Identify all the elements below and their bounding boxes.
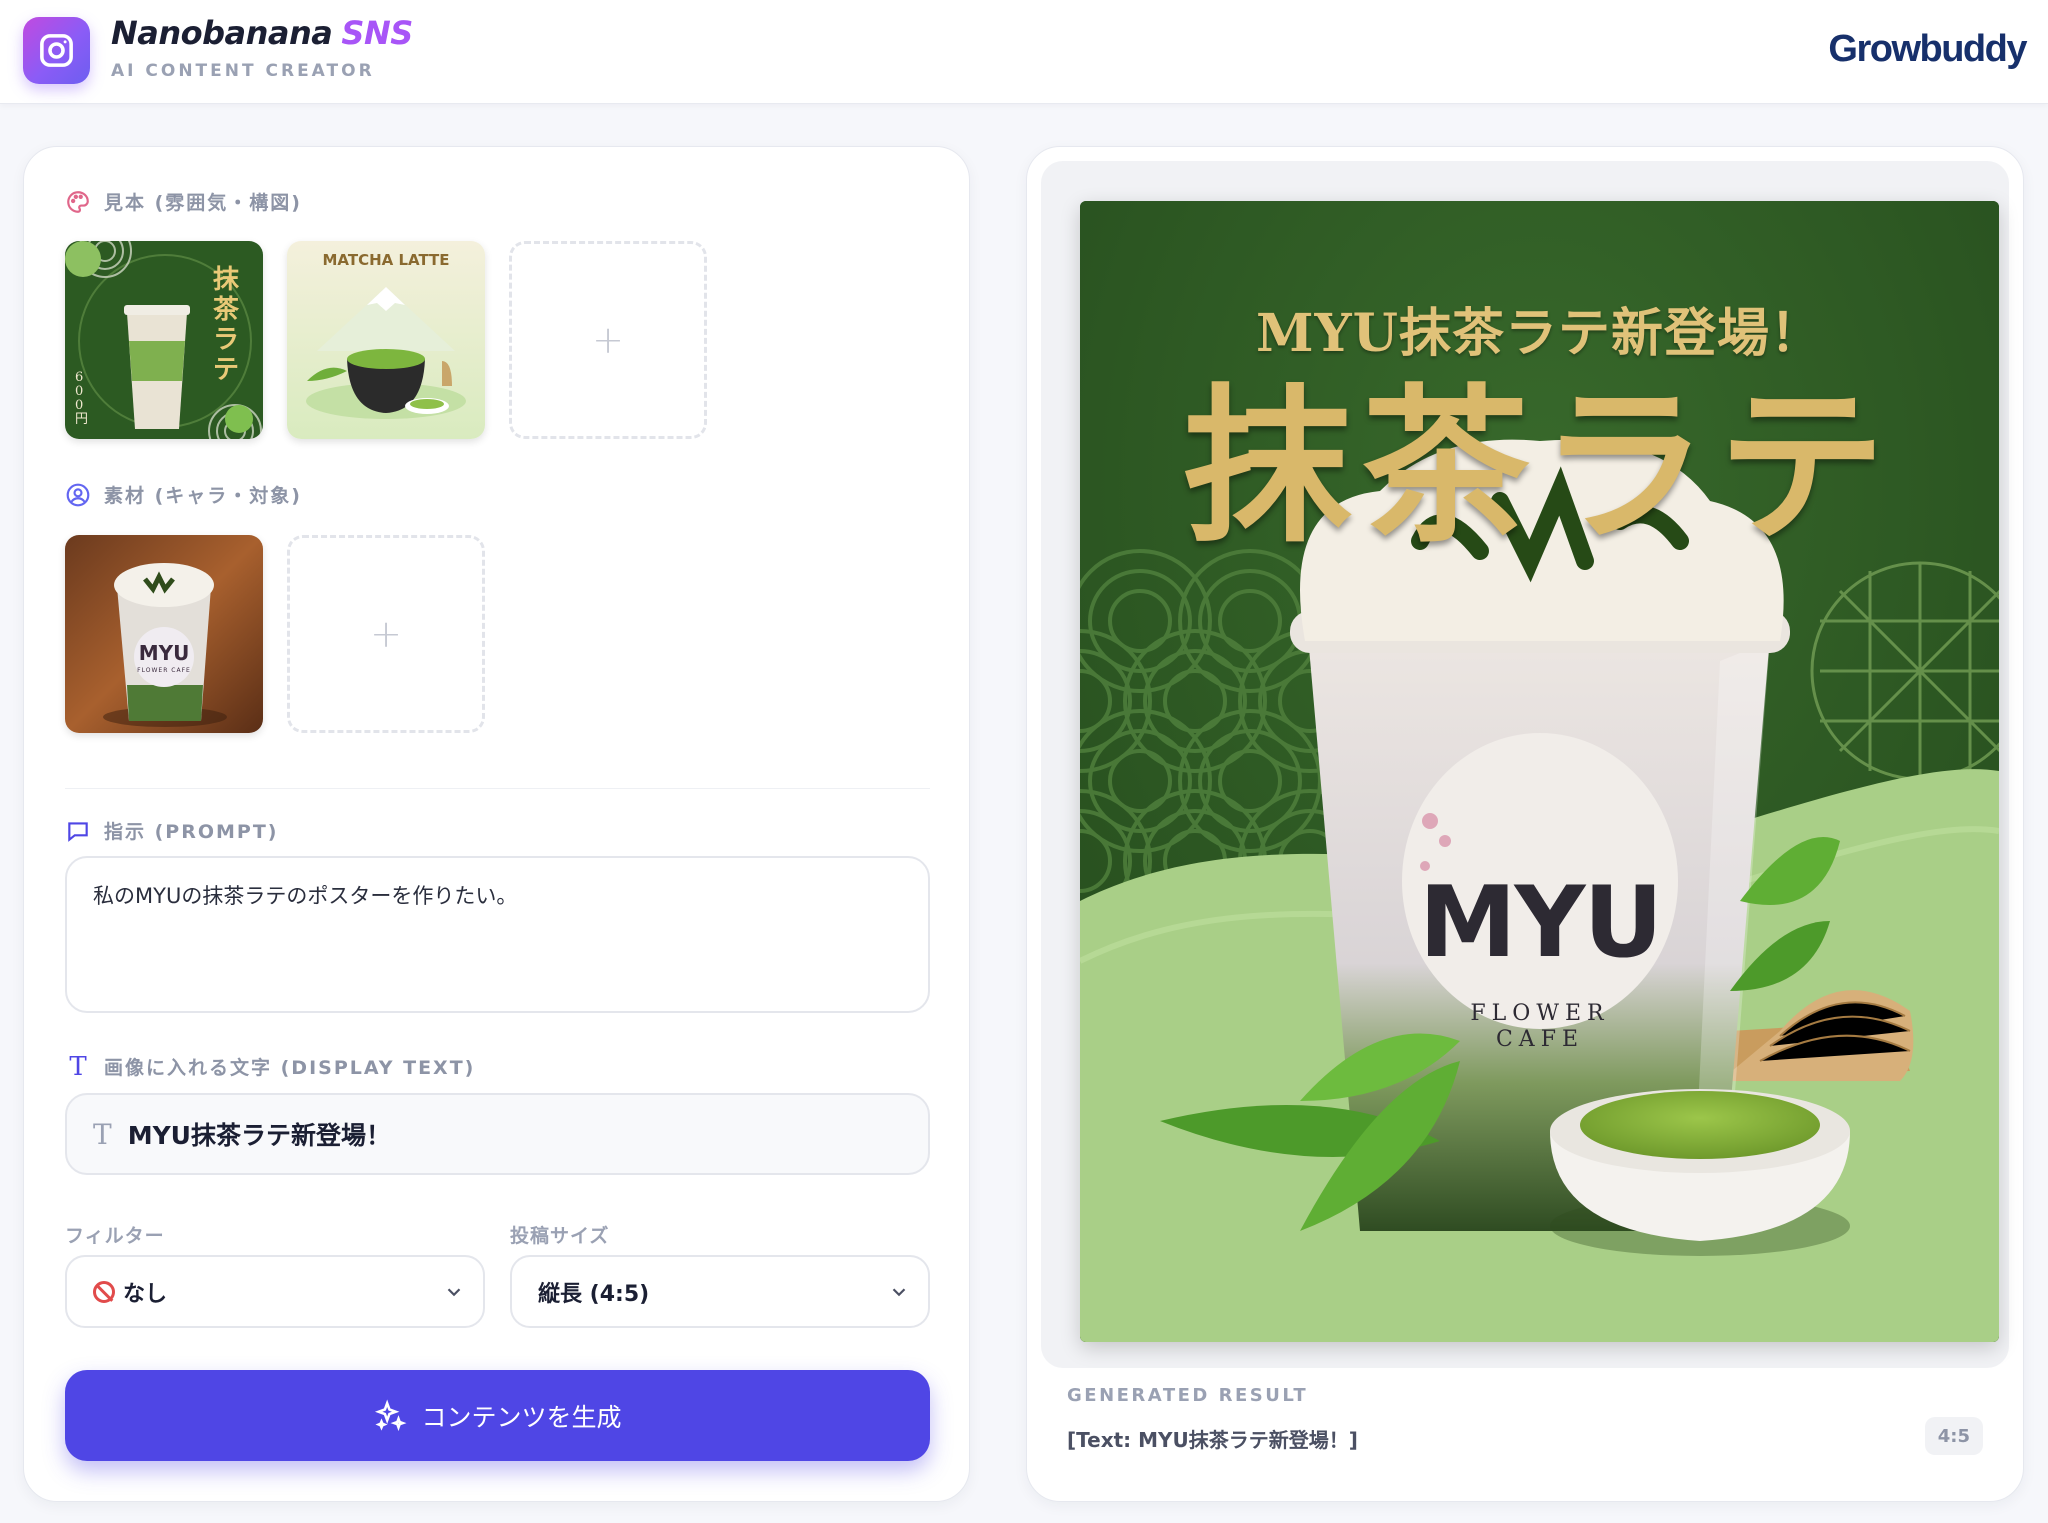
result-panel: MYU抹茶ラテ新登場！ 抹茶ラテ MYU FLOWER CAFE GENERAT… (1026, 146, 2024, 1502)
generated-poster-image[interactable]: MYU抹茶ラテ新登場！ 抹茶ラテ MYU FLOWER CAFE (1080, 201, 1999, 1342)
message-square-icon (68, 821, 88, 842)
filter-label: フィルター (65, 1225, 165, 1247)
section-divider (65, 788, 930, 789)
type-icon: T (93, 1117, 112, 1151)
palette-icon (67, 190, 89, 213)
brand-tagline: AI CONTENT CREATOR (111, 61, 375, 81)
plus-icon: + (592, 318, 624, 362)
prompt-textarea[interactable]: 私のMYUの抹茶ラテのポスターを作りたい。 (65, 856, 930, 1013)
thumb-price: 600円 (75, 370, 89, 427)
thumb-title-line: ラテ (213, 325, 240, 385)
prohibited-icon (93, 1280, 115, 1303)
generated-result-text: [Text: MYU抹茶ラテ新登場！] (1067, 1428, 1358, 1452)
cup-sub-text: FLOWER CAFE (137, 667, 191, 674)
aspect-ratio-badge: 4:5 (1924, 1417, 1983, 1455)
references-section-label: 見本 (雰囲気・構図) (65, 188, 302, 215)
brand-suffix: SNS (341, 14, 413, 52)
cup-label-brand: MYU (1418, 866, 1663, 980)
prompt-label: 指示 (PROMPT) (104, 821, 279, 843)
materials-section-label: 素材 (キャラ・対象) (65, 481, 302, 508)
display-text-label: 画像に入れる文字 (DISPLAY TEXT) (104, 1057, 476, 1079)
result-preview-frame: MYU抹茶ラテ新登場！ 抹茶ラテ MYU FLOWER CAFE (1041, 161, 2009, 1368)
chevron-down-icon (447, 1288, 461, 1297)
matcha-latte-thumbnail[interactable]: MATCHA LATTE (287, 241, 485, 439)
thumb-title: MATCHA LATTE (322, 251, 450, 269)
sparkles-icon (375, 1399, 407, 1431)
app-header: Nanobanana SNS AI CONTENT CREATOR Growbud… (0, 0, 2048, 104)
matcha-poster-thumbnail[interactable]: 抹茶 ラテ 600円 (65, 241, 263, 439)
partner-logo[interactable]: Growbuddy (1828, 28, 2027, 71)
add-reference-button[interactable]: + (509, 241, 707, 439)
filter-selected-value: なし (123, 1281, 168, 1307)
display-text-value: MYU抹茶ラテ新登場！ (127, 1121, 391, 1150)
prompt-section-label: 指示 (PROMPT) (65, 817, 278, 844)
display-text-input[interactable]: T MYU抹茶ラテ新登場！ (65, 1093, 930, 1175)
post-size-select[interactable]: 縦長 (4:5) (510, 1255, 930, 1328)
post-size-label: 投稿サイズ (510, 1225, 610, 1247)
input-panel: 見本 (雰囲気・構図) 抹茶 ラテ 600円 MATCHA LATTE + 素材… (23, 146, 970, 1502)
filter-select[interactable]: なし (65, 1255, 485, 1328)
materials-label: 素材 (キャラ・対象) (104, 485, 302, 507)
display-text-section-label: T 画像に入れる文字 (DISPLAY TEXT) (65, 1053, 475, 1080)
generated-result-label: GENERATED RESULT (1067, 1385, 1309, 1406)
brand-title: Nanobanana SNS (111, 14, 413, 52)
cup-label-sub-line2: CAFE (1495, 1027, 1585, 1052)
cup-label-sub-line1: FLOWER (1470, 1001, 1610, 1026)
chevron-down-icon (892, 1288, 906, 1297)
brand-name: Nanobanana (111, 14, 333, 52)
instagram-icon[interactable] (23, 17, 90, 84)
generate-content-button[interactable]: コンテンツを生成 (65, 1370, 930, 1461)
thumb-title-line: 抹茶 (213, 265, 240, 325)
plus-icon: + (370, 612, 402, 656)
references-label: 見本 (雰囲気・構図) (104, 192, 302, 214)
poster-title: 抹茶ラテ (1183, 367, 1896, 565)
add-material-button[interactable]: + (287, 535, 485, 733)
user-circle-icon (66, 483, 90, 506)
cup-brand-text: MYU (138, 641, 190, 665)
post-size-selected-value: 縦長 (4:5) (538, 1281, 650, 1307)
myu-cup-photo-thumbnail[interactable]: MYU FLOWER CAFE (65, 535, 263, 733)
type-icon: T (69, 1051, 87, 1082)
generate-button-label: コンテンツを生成 (421, 1403, 622, 1432)
